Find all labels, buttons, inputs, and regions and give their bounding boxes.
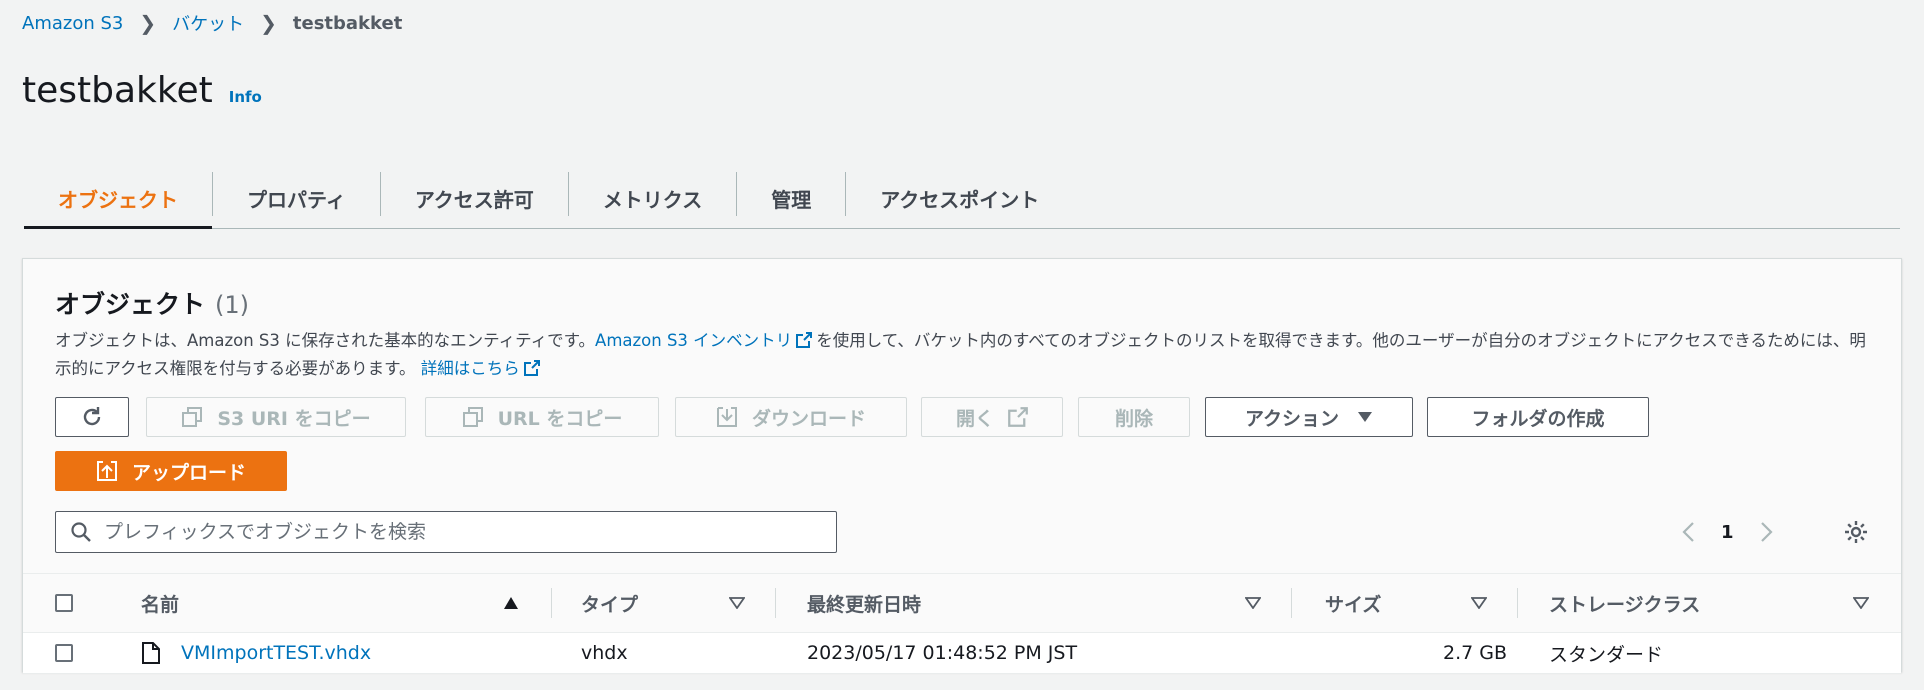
object-last-modified: 2023/05/17 01:48:52 PM JST xyxy=(807,642,1078,664)
page-title: testbakket xyxy=(22,70,213,111)
column-header-type[interactable]: タイプ xyxy=(581,574,638,632)
breadcrumb: Amazon S3 ❯ バケット ❯ testbakket xyxy=(22,10,402,36)
object-size: 2.7 GB xyxy=(1442,642,1507,664)
tab-objects[interactable]: オブジェクト xyxy=(24,168,212,229)
chevron-right-icon: ❯ xyxy=(260,11,277,35)
upload-label: アップロード xyxy=(131,461,246,484)
tab-metrics[interactable]: メトリクス xyxy=(569,168,736,228)
download-label: ダウンロード xyxy=(751,407,866,430)
object-storage-class: スタンダード xyxy=(1549,643,1664,666)
table-row[interactable]: VMImportTEST.vhdx vhdx 2023/05/17 01:48:… xyxy=(23,633,1901,674)
tab-access-points[interactable]: アクセスポイント xyxy=(846,168,1073,228)
refresh-button[interactable] xyxy=(55,397,129,437)
object-name-link[interactable]: VMImportTEST.vhdx xyxy=(181,642,371,664)
sort-ascending-icon[interactable] xyxy=(503,574,519,632)
create-folder-button[interactable]: フォルダの作成 xyxy=(1427,397,1649,437)
gear-icon[interactable] xyxy=(1839,515,1873,549)
row-checkbox[interactable] xyxy=(55,644,73,662)
object-name-cell: VMImportTEST.vhdx xyxy=(181,633,371,673)
copy-s3-uri-button[interactable]: S3 URI をコピー xyxy=(146,397,406,437)
refresh-icon xyxy=(80,405,104,429)
select-all-checkbox[interactable] xyxy=(55,594,73,612)
learn-more-link[interactable]: 詳細はこちら xyxy=(421,359,520,378)
external-link-icon xyxy=(796,329,813,348)
breadcrumb-current: testbakket xyxy=(292,12,403,34)
column-header-storage-class[interactable]: ストレージクラス xyxy=(1549,574,1700,632)
sort-icon[interactable] xyxy=(1245,574,1261,632)
external-link-icon xyxy=(1008,407,1028,427)
copy-url-button[interactable]: URL をコピー xyxy=(425,397,659,437)
copy-icon xyxy=(462,406,484,428)
actions-dropdown[interactable]: アクション xyxy=(1205,397,1413,437)
open-button[interactable]: 開く xyxy=(921,397,1063,437)
column-header-size[interactable]: サイズ xyxy=(1325,574,1381,632)
download-button[interactable]: ダウンロード xyxy=(675,397,907,437)
tab-permissions[interactable]: アクセス許可 xyxy=(381,168,568,228)
pagination: 1 xyxy=(1673,517,1782,547)
column-divider xyxy=(551,588,552,618)
description-text: オブジェクトは、Amazon S3 に保存された基本的なエンティティです。 xyxy=(55,331,596,350)
panel-header: オブジェクト (1) xyxy=(55,285,249,321)
object-type: vhdx xyxy=(581,642,628,664)
open-label: 開く xyxy=(955,407,994,430)
copy-s3-uri-label: S3 URI をコピー xyxy=(217,407,371,430)
file-icon xyxy=(141,633,161,673)
panel-description: オブジェクトは、Amazon S3 に保存された基本的なエンティティです。Ama… xyxy=(55,327,1875,383)
tab-management[interactable]: 管理 xyxy=(737,168,845,228)
tab-properties[interactable]: プロパティ xyxy=(213,168,380,228)
sort-icon[interactable] xyxy=(1471,574,1487,632)
column-divider xyxy=(1517,588,1518,618)
chevron-right-icon: ❯ xyxy=(139,11,157,35)
download-icon xyxy=(716,406,738,428)
panel-title: オブジェクト xyxy=(55,290,206,319)
actions-label: アクション xyxy=(1244,407,1340,430)
select-all-checkbox-cell xyxy=(55,574,73,632)
upload-button[interactable]: アップロード xyxy=(55,451,287,491)
external-link-icon xyxy=(523,357,540,376)
breadcrumb-amazon-s3[interactable]: Amazon S3 xyxy=(22,13,123,34)
object-count: (1) xyxy=(215,291,250,319)
objects-table: 名前 タイプ 最終更新日時 サイズ ストレージクラス VMImportTEST.… xyxy=(23,573,1901,674)
caret-down-icon xyxy=(1357,411,1373,423)
copy-url-label: URL をコピー xyxy=(497,407,623,430)
page-header: testbakket Info xyxy=(22,70,262,111)
objects-panel: オブジェクト (1) オブジェクトは、Amazon S3 に保存された基本的なエ… xyxy=(22,258,1902,674)
breadcrumb-buckets[interactable]: バケット xyxy=(172,10,244,36)
search-icon xyxy=(70,521,92,543)
sort-icon[interactable] xyxy=(1853,574,1869,632)
table-header: 名前 タイプ 最終更新日時 サイズ ストレージクラス xyxy=(23,573,1901,633)
delete-label: 削除 xyxy=(1114,407,1153,430)
column-divider xyxy=(1291,588,1292,618)
column-header-last-modified[interactable]: 最終更新日時 xyxy=(807,574,921,632)
delete-button[interactable]: 削除 xyxy=(1078,397,1190,437)
inventory-link[interactable]: Amazon S3 インベントリ xyxy=(595,331,792,350)
copy-icon xyxy=(181,406,203,428)
create-folder-label: フォルダの作成 xyxy=(1471,407,1605,430)
search-input[interactable] xyxy=(102,520,806,544)
tab-bar: オブジェクト プロパティ アクセス許可 メトリクス 管理 アクセスポイント xyxy=(24,168,1900,229)
column-header-name[interactable]: 名前 xyxy=(141,574,179,632)
column-divider xyxy=(775,588,776,618)
previous-page-icon[interactable] xyxy=(1673,517,1703,547)
search-box xyxy=(55,511,837,553)
sort-icon[interactable] xyxy=(729,574,745,632)
row-checkbox-cell xyxy=(55,633,73,673)
upload-icon xyxy=(96,460,118,482)
next-page-icon[interactable] xyxy=(1752,517,1782,547)
page-number[interactable]: 1 xyxy=(1721,522,1734,543)
info-link[interactable]: Info xyxy=(229,88,262,106)
